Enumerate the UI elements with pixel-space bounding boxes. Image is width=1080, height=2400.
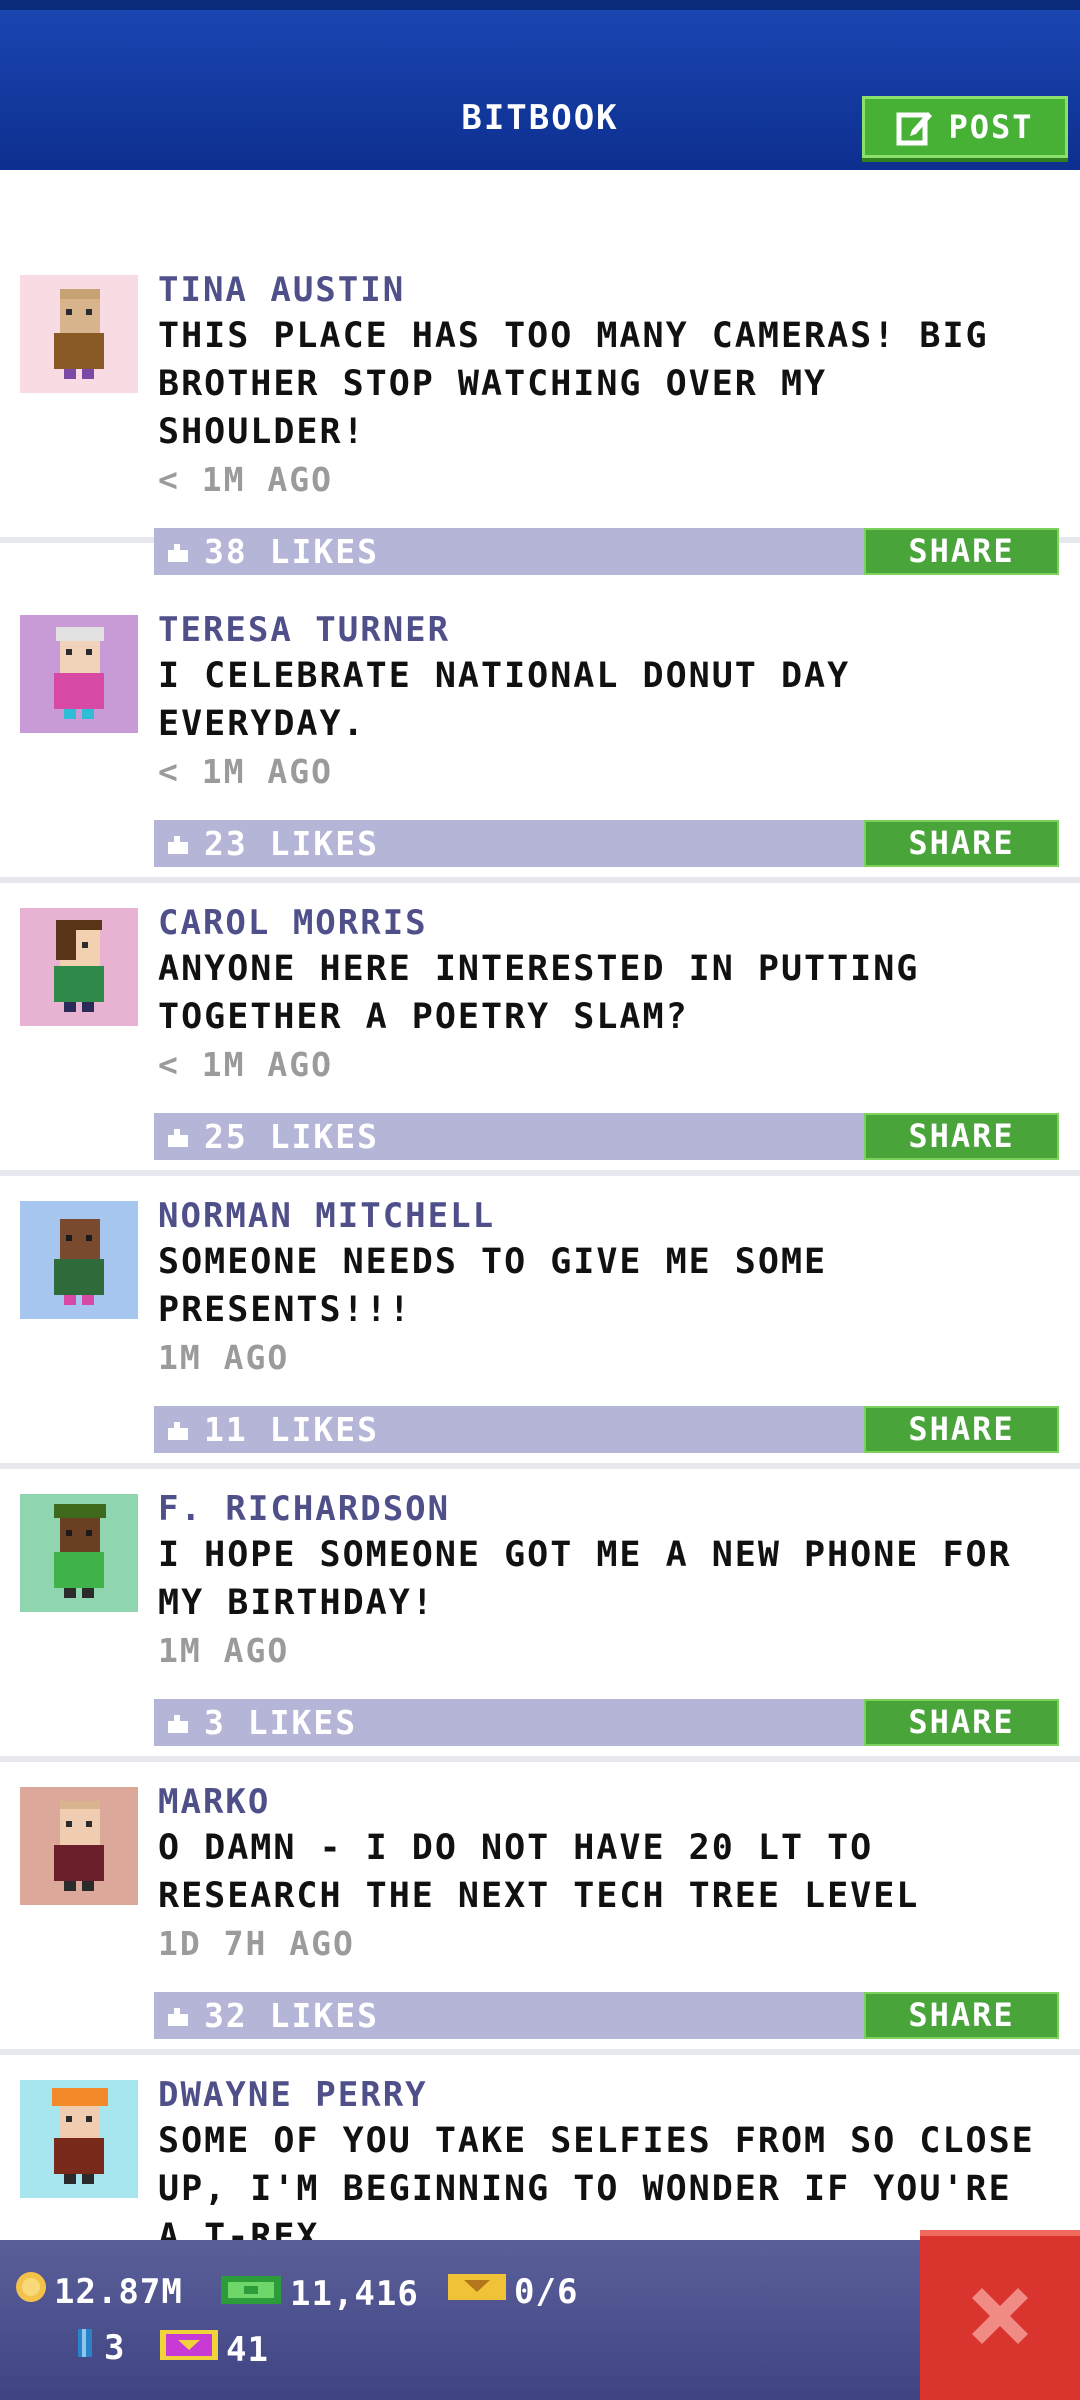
share-button[interactable]: SHARE [864, 820, 1059, 867]
post-button-label: POST [948, 108, 1034, 146]
post-message: O DAMN - I DO NOT HAVE 20 LT TO RESEARCH… [158, 1828, 920, 1916]
feed-post: DWAYNE PERRY SOME OF YOU TAKE SELFIES FR… [0, 2055, 1080, 2240]
thumbs-up-icon [166, 2004, 190, 2028]
post-author[interactable]: CAROL MORRIS [158, 903, 428, 943]
feed-post: F. RICHARDSON I HOPE SOMEONE GOT ME A NE… [0, 1469, 1080, 1762]
post-author[interactable]: TERESA TURNER [158, 610, 450, 650]
likes-count: 23 LIKES [204, 824, 379, 863]
thumbs-up-icon [166, 832, 190, 856]
likes-count: 11 LIKES [204, 1410, 379, 1449]
tickets-counter: 0/6 [446, 2270, 578, 2313]
avatar[interactable] [20, 2080, 138, 2198]
coins-counter: 12.87M [14, 2270, 183, 2313]
likes-bar: 23 LIKES SHARE [154, 820, 1059, 867]
likes-count: 38 LIKES [204, 532, 379, 571]
post-author[interactable]: F. RICHARDSON [158, 1489, 450, 1529]
coin-icon [14, 2270, 48, 2313]
post-message: I HOPE SOMEONE GOT ME A NEW PHONE FOR MY… [158, 1535, 1012, 1623]
post-message: SOMEONE NEEDS TO GIVE ME SOME PRESENTS!!… [158, 1242, 828, 1330]
post-author[interactable]: MARKO [158, 1782, 270, 1822]
avatar[interactable] [20, 1787, 138, 1905]
header-top-strip [0, 0, 1080, 10]
share-button[interactable]: SHARE [864, 1113, 1059, 1160]
avatar[interactable] [20, 615, 138, 733]
close-button[interactable] [920, 2230, 1080, 2400]
avatar[interactable] [20, 1201, 138, 1319]
avatar[interactable] [20, 908, 138, 1026]
thumbs-up-icon [166, 540, 190, 564]
likes-bar: 3 LIKES SHARE [154, 1699, 1059, 1746]
post-button[interactable]: POST [862, 96, 1068, 158]
likes-count: 25 LIKES [204, 1117, 379, 1156]
close-icon [964, 2280, 1036, 2356]
ticket-icon [446, 2270, 508, 2313]
share-button[interactable]: SHARE [864, 1992, 1059, 2039]
share-button[interactable]: SHARE [864, 1406, 1059, 1453]
vip-icon [158, 2326, 220, 2373]
avatar[interactable] [20, 1494, 138, 1612]
likes-bar: 32 LIKES SHARE [154, 1992, 1059, 2039]
vip-counter: 41 [158, 2326, 269, 2373]
post-message: THIS PLACE HAS TOO MANY CAMERAS! BIG BRO… [158, 316, 989, 452]
likes-count: 3 LIKES [204, 1703, 358, 1742]
feed-post: TINA AUSTIN THIS PLACE HAS TOO MANY CAME… [0, 250, 1080, 575]
feed-post: CAROL MORRIS ANYONE HERE INTERESTED IN P… [0, 883, 1080, 1176]
likes-bar: 11 LIKES SHARE [154, 1406, 1059, 1453]
post-timestamp: 1D 7H AGO [158, 1924, 355, 1963]
likes-count: 32 LIKES [204, 1996, 379, 2035]
thumbs-up-icon [166, 1418, 190, 1442]
post-timestamp: < 1M AGO [158, 460, 333, 499]
post-author[interactable]: TINA AUSTIN [158, 270, 405, 310]
post-timestamp: < 1M AGO [158, 1045, 333, 1084]
share-button[interactable]: SHARE [864, 528, 1059, 575]
bux-counter: 11,416 [218, 2270, 419, 2317]
keys-counter: 3 [72, 2326, 125, 2369]
post-author[interactable]: NORMAN MITCHELL [158, 1196, 495, 1236]
feed-post: MARKO O DAMN - I DO NOT HAVE 20 LT TO RE… [0, 1762, 1080, 2055]
feed-post: NORMAN MITCHELL SOMEONE NEEDS TO GIVE ME… [0, 1176, 1080, 1469]
bux-value: 11,416 [290, 2273, 419, 2314]
likes-bar: 38 LIKES SHARE [154, 528, 1059, 575]
edit-icon [896, 108, 934, 146]
thumbs-up-icon [166, 1125, 190, 1149]
keys-value: 3 [104, 2327, 126, 2368]
status-bar [0, 2240, 1080, 2400]
thumbs-up-icon [166, 1711, 190, 1735]
post-message: ANYONE HERE INTERESTED IN PUTTING TOGETH… [158, 949, 920, 1037]
share-button[interactable]: SHARE [864, 1699, 1059, 1746]
post-message: SOME OF YOU TAKE SELFIES FROM SO CLOSE U… [158, 2121, 1035, 2240]
likes-bar: 25 LIKES SHARE [154, 1113, 1059, 1160]
tickets-value: 0/6 [514, 2271, 579, 2312]
post-timestamp: 1M AGO [158, 1631, 290, 1670]
vip-value: 41 [226, 2329, 269, 2370]
app-header: BITBOOK POST [0, 0, 1080, 170]
coins-value: 12.87M [54, 2271, 183, 2312]
key-icon [72, 2326, 98, 2369]
post-timestamp: 1M AGO [158, 1338, 290, 1377]
post-timestamp: < 1M AGO [158, 752, 333, 791]
post-author[interactable]: DWAYNE PERRY [158, 2075, 428, 2115]
bux-icon [218, 2270, 284, 2317]
post-message: I CELEBRATE NATIONAL DONUT DAY EVERYDAY. [158, 656, 851, 744]
avatar[interactable] [20, 275, 138, 393]
feed-post: TERESA TURNER I CELEBRATE NATIONAL DONUT… [0, 590, 1080, 883]
